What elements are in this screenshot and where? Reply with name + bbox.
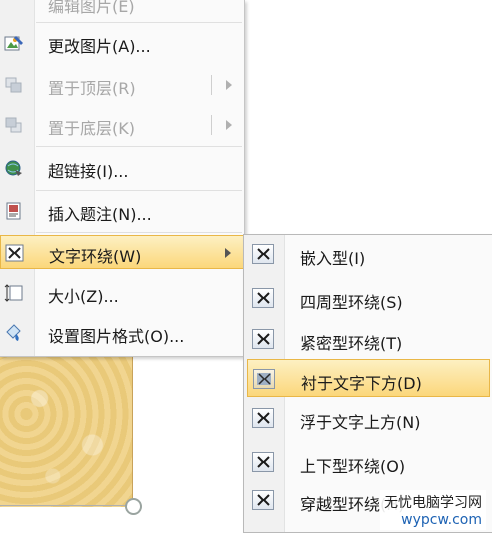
through-wrap-icon: [252, 490, 274, 510]
wrap-option-tight[interactable]: 紧密型环绕(T): [244, 320, 492, 358]
menu-item-label: 设置图片格式(O)...: [48, 327, 185, 346]
wrap-option-label: 嵌入型(I): [300, 249, 366, 268]
hyperlink-globe-icon: [4, 159, 24, 177]
wrap-option-behind-text[interactable]: 衬于文字下方(D): [247, 359, 490, 397]
menu-item-label: 超链接(I)...: [48, 162, 129, 181]
menu-item-label: 更改图片(A)...: [48, 37, 151, 56]
menu-item-label: 插入题注(N)...: [48, 205, 152, 224]
document-picture[interactable]: [0, 352, 133, 507]
wrap-option-top-bottom[interactable]: 上下型环绕(O): [244, 443, 492, 481]
wrap-option-label: 衬于文字下方(D): [301, 374, 422, 393]
menu-item-text-wrapping[interactable]: 文字环绕(W): [0, 235, 244, 269]
watermark-site-name: 无忧电脑学习网: [384, 495, 482, 511]
wrap-option-label: 四周型环绕(S): [300, 293, 403, 312]
insert-caption-icon: [4, 202, 24, 220]
wrap-option-label: 紧密型环绕(T): [300, 334, 403, 353]
square-wrap-icon: [252, 288, 274, 308]
bring-to-front-icon: [4, 76, 24, 94]
menu-item-send-to-back: 置于底层(K): [0, 108, 244, 142]
in-front-of-text-icon: [252, 408, 274, 428]
menu-separator: [36, 146, 242, 147]
resize-handle[interactable]: [125, 498, 142, 515]
watermark-url: wypcw.com: [401, 512, 482, 528]
wrap-option-inline[interactable]: 嵌入型(I): [244, 235, 492, 273]
wrap-option-label: 浮于文字上方(N): [300, 413, 421, 432]
top-bottom-wrap-icon: [252, 452, 274, 472]
menu-item-size[interactable]: 大小(Z)...: [0, 276, 244, 310]
wrap-option-in-front-of-text[interactable]: 浮于文字上方(N): [244, 399, 492, 437]
split-divider: [211, 75, 212, 95]
menu-item-format-picture[interactable]: 设置图片格式(O)...: [0, 316, 244, 350]
submenu-arrow-icon: [226, 80, 232, 90]
menu-item-change-picture[interactable]: 更改图片(A)...: [0, 26, 244, 60]
menu-item-label: 置于顶层(R): [48, 79, 136, 98]
split-divider: [211, 115, 212, 135]
menu-separator: [36, 232, 242, 233]
format-picture-icon: [4, 324, 24, 342]
menu-item-edit-picture: 编辑图片(E): [0, 0, 244, 20]
wrap-option-square[interactable]: 四周型环绕(S): [244, 279, 492, 317]
text-wrapping-submenu: 嵌入型(I) 四周型环绕(S) 紧密型环绕(T) 衬于文字下方(D) 浮于文字上…: [243, 234, 492, 533]
menu-item-label: 置于底层(K): [48, 119, 135, 138]
menu-item-hyperlink[interactable]: 超链接(I)...: [0, 151, 244, 185]
change-picture-icon: [4, 34, 24, 52]
inline-wrap-icon: [252, 244, 274, 264]
selection-border: [0, 505, 126, 506]
wrap-option-label: 上下型环绕(O): [300, 457, 406, 476]
send-to-back-icon: [4, 116, 24, 134]
menu-separator: [36, 190, 242, 191]
context-menu: 编辑图片(E) 更改图片(A)... 置于顶层(R) 置于底层(K) 超链接(I…: [0, 0, 245, 357]
menu-item-label: 大小(Z)...: [48, 287, 119, 306]
submenu-arrow-icon: [226, 120, 232, 130]
menu-item-bring-to-front: 置于顶层(R): [0, 68, 244, 102]
menu-separator: [36, 22, 242, 23]
menu-item-label: 文字环绕(W): [49, 247, 142, 266]
tight-wrap-icon: [252, 329, 274, 349]
site-watermark: 无忧电脑学习网 wypcw.com: [380, 490, 486, 530]
text-wrap-icon: [5, 244, 25, 262]
size-icon: [4, 284, 24, 302]
submenu-arrow-icon: [225, 248, 231, 258]
menu-item-label: 编辑图片(E): [48, 0, 135, 16]
menu-item-insert-caption[interactable]: 插入题注(N)...: [0, 194, 244, 228]
behind-text-icon: [253, 369, 275, 389]
